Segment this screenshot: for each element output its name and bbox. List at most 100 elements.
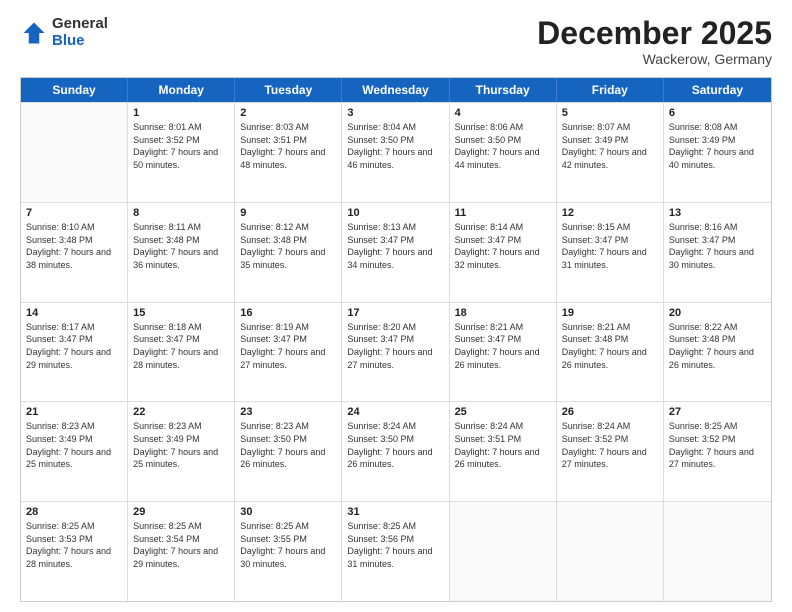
sunrise-time: Sunrise: 8:21 AM [455,321,551,334]
calendar-day-15: 15Sunrise: 8:18 AMSunset: 3:47 PMDayligh… [128,303,235,402]
logo-blue: Blue [52,33,108,50]
daylight-hours: Daylight: 7 hours and 48 minutes. [240,146,336,171]
header-day-tuesday: Tuesday [235,78,342,102]
header-day-monday: Monday [128,78,235,102]
sunset-time: Sunset: 3:52 PM [562,433,658,446]
calendar-week-3: 14Sunrise: 8:17 AMSunset: 3:47 PMDayligh… [21,302,771,402]
sunset-time: Sunset: 3:49 PM [669,134,766,147]
day-number: 3 [347,107,443,119]
day-number: 4 [455,107,551,119]
sunset-time: Sunset: 3:50 PM [240,433,336,446]
calendar-day-8: 8Sunrise: 8:11 AMSunset: 3:48 PMDaylight… [128,203,235,302]
sunset-time: Sunset: 3:48 PM [26,234,122,247]
day-number: 7 [26,207,122,219]
daylight-hours: Daylight: 7 hours and 40 minutes. [669,146,766,171]
daylight-hours: Daylight: 7 hours and 28 minutes. [133,346,229,371]
day-number: 2 [240,107,336,119]
calendar-day-21: 21Sunrise: 8:23 AMSunset: 3:49 PMDayligh… [21,402,128,501]
sunrise-time: Sunrise: 8:23 AM [240,420,336,433]
calendar-day-25: 25Sunrise: 8:24 AMSunset: 3:51 PMDayligh… [450,402,557,501]
sunset-time: Sunset: 3:50 PM [347,433,443,446]
calendar-week-5: 28 Sunrise: 8:25 AM Sunset: 3:53 PM Dayligh… [21,501,771,601]
sunrise-time: Sunrise: 8:24 AM [455,420,551,433]
title-block: December 2025 Wackerow, Germany [537,16,772,67]
sunrise-time: Sunrise: 8:16 AM [669,221,766,234]
day-number: 8 [133,207,229,219]
day-number: 26 [562,406,658,418]
calendar: SundayMondayTuesdayWednesdayThursdayFrid… [20,77,772,602]
sunrise-time: Sunrise: 8:25 AM [347,520,443,533]
sunrise-time: Sunrise: 8:24 AM [347,420,443,433]
sunset-time: Sunset: 3:48 PM [562,333,658,346]
daylight-hours: Daylight: 7 hours and 26 minutes. [455,346,551,371]
calendar-week-2: 7Sunrise: 8:10 AMSunset: 3:48 PMDaylight… [21,202,771,302]
calendar-day-empty [557,502,664,601]
calendar-body: 1Sunrise: 8:01 AMSunset: 3:52 PMDaylight… [21,102,771,601]
sunrise-time: Sunrise: 8:06 AM [455,121,551,134]
daylight-hours: Daylight: 7 hours and 36 minutes. [133,246,229,271]
daylight-hours: Daylight: 7 hours and 29 minutes. [133,545,229,570]
header-day-wednesday: Wednesday [342,78,449,102]
header-day-sunday: Sunday [21,78,128,102]
sunrise-time: Sunrise: 8:19 AM [240,321,336,334]
sunset-time: Sunset: 3:47 PM [26,333,122,346]
sunrise-time: Sunrise: 8:23 AM [26,420,122,433]
calendar-header: SundayMondayTuesdayWednesdayThursdayFrid… [21,78,771,102]
day-number: 21 [26,406,122,418]
calendar-day-10: 10Sunrise: 8:13 AMSunset: 3:47 PMDayligh… [342,203,449,302]
calendar-day-27: 27 Sunrise: 8:25 AMSunset: 3:52 PMDayligh… [664,402,771,501]
sunset-time: Sunset: 3:54 PM [133,533,229,546]
day-number: 16 [240,307,336,319]
sunset-time: Sunset: 3:52 PM [133,134,229,147]
sunrise-time: Sunrise: 8:25 AM [240,520,336,533]
sunset-time: Sunset: 3:49 PM [562,134,658,147]
day-number: 27 [669,406,766,418]
calendar-day-11: 11Sunrise: 8:14 AMSunset: 3:47 PMDayligh… [450,203,557,302]
sunset-time: Sunset: 3:52 PM [669,433,766,446]
day-number: 23 [240,406,336,418]
sunrise-time: Sunrise: 8:18 AM [133,321,229,334]
sunset-time: Sunset: 3:49 PM [133,433,229,446]
sunrise-time: Sunrise: 8:23 AM [133,420,229,433]
day-number: 28 [26,506,122,518]
sunrise-time: Sunrise: 8:21 AM [562,321,658,334]
calendar-day-3: 3Sunrise: 8:04 AMSunset: 3:50 PMDaylight… [342,103,449,202]
daylight-hours: Daylight: 7 hours and 46 minutes. [347,146,443,171]
sunset-time: Sunset: 3:50 PM [455,134,551,147]
sunset-time: Sunset: 3:47 PM [669,234,766,247]
sunset-time: Sunset: 3:55 PM [240,533,336,546]
sunrise-time: Sunrise: 8:03 AM [240,121,336,134]
daylight-hours: Daylight: 7 hours and 29 minutes. [26,346,122,371]
day-number: 10 [347,207,443,219]
calendar-day-16: 16Sunrise: 8:19 AMSunset: 3:47 PMDayligh… [235,303,342,402]
calendar-day-20: 20Sunrise: 8:22 AMSunset: 3:48 PMDayligh… [664,303,771,402]
day-number: 29 [133,506,229,518]
daylight-hours: Daylight: 7 hours and 34 minutes. [347,246,443,271]
sunset-time: Sunset: 3:47 PM [133,333,229,346]
logo-icon [20,19,48,47]
logo-text: General Blue [52,16,108,49]
daylight-hours: Daylight: 7 hours and 27 minutes. [669,446,766,471]
calendar-day-18: 18Sunrise: 8:21 AMSunset: 3:47 PMDayligh… [450,303,557,402]
daylight-hours: Daylight: 7 hours and 26 minutes. [347,446,443,471]
sunset-time: Sunset: 3:53 PM [26,533,122,546]
daylight-hours: Daylight: 7 hours and 25 minutes. [26,446,122,471]
day-number: 5 [562,107,658,119]
calendar-day-13: 13Sunrise: 8:16 AMSunset: 3:47 PMDayligh… [664,203,771,302]
sunrise-time: Sunrise: 8:20 AM [347,321,443,334]
sunset-time: Sunset: 3:47 PM [347,333,443,346]
daylight-hours: Daylight: 7 hours and 26 minutes. [455,446,551,471]
daylight-hours: Daylight: 7 hours and 42 minutes. [562,146,658,171]
day-number: 14 [26,307,122,319]
daylight-hours: Daylight: 7 hours and 26 minutes. [562,346,658,371]
calendar-day-22: 22Sunrise: 8:23 AMSunset: 3:49 PMDayligh… [128,402,235,501]
sunset-time: Sunset: 3:47 PM [562,234,658,247]
sunrise-time: Sunrise: 8:25 AM [669,420,766,433]
day-number: 6 [669,107,766,119]
calendar-day-empty [664,502,771,601]
day-number: 30 [240,506,336,518]
sunset-time: Sunset: 3:56 PM [347,533,443,546]
sunrise-time: Sunrise: 8:15 AM [562,221,658,234]
daylight-hours: Daylight: 7 hours and 30 minutes. [240,545,336,570]
sunset-time: Sunset: 3:51 PM [455,433,551,446]
